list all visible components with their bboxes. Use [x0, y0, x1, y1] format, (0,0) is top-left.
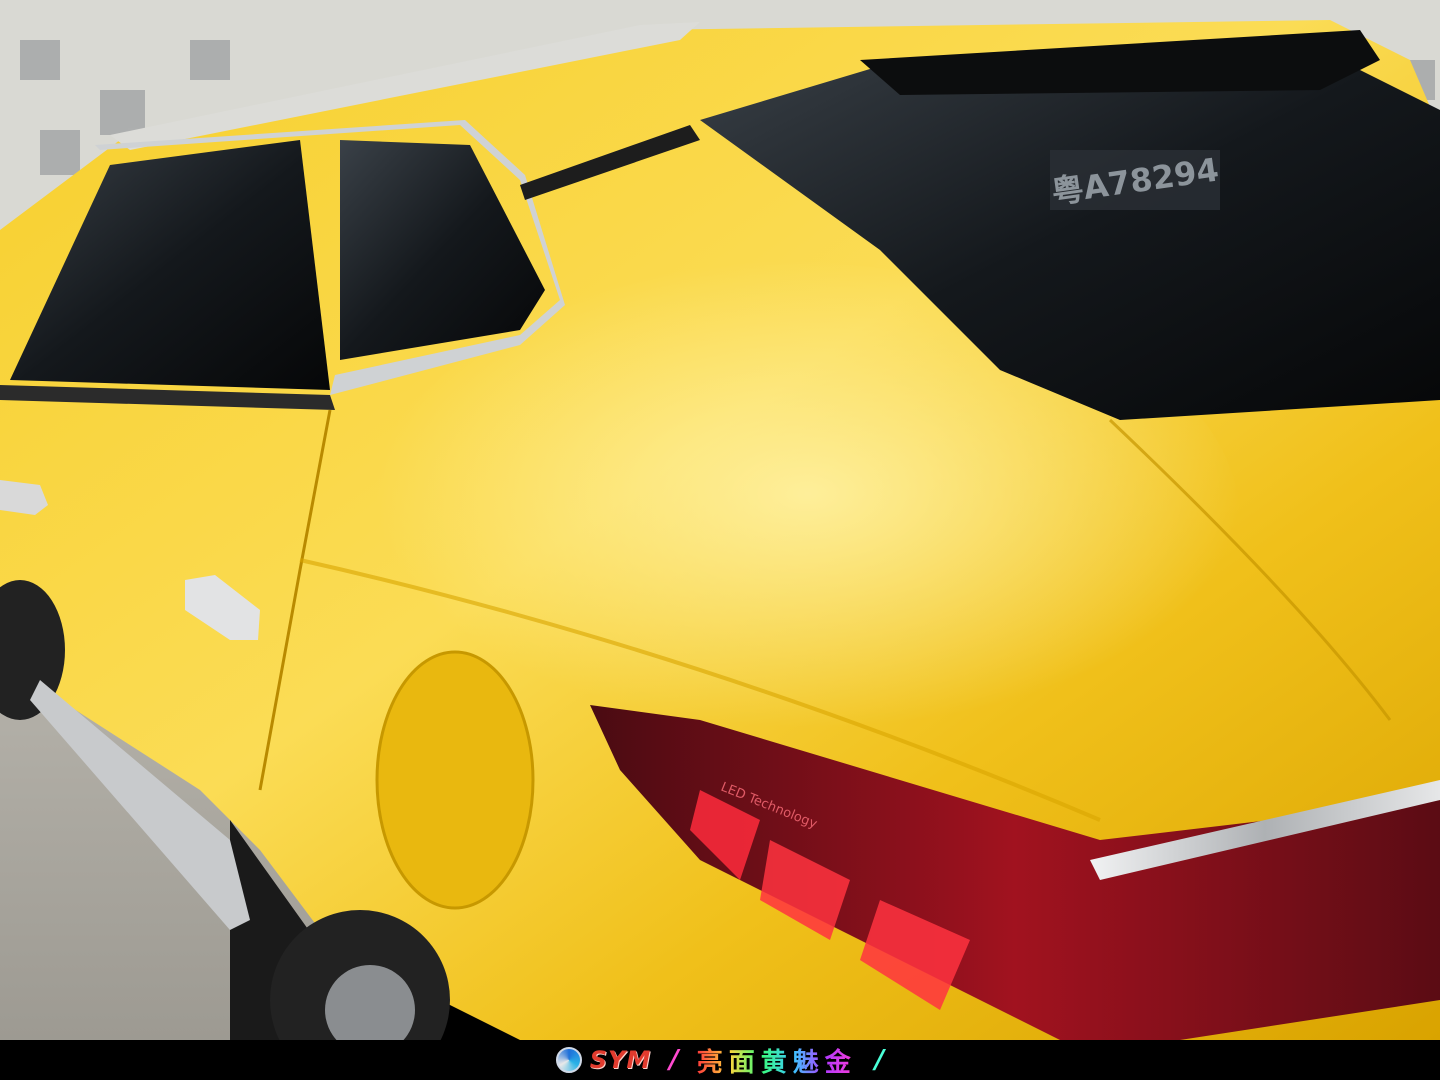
- car-photo: 粤A78294 LED Technology: [0, 0, 1440, 1040]
- fuel-cap: [375, 650, 535, 910]
- product-name: 亮面黄魅金: [697, 1042, 857, 1079]
- license-plate-reflection: 粤A78294: [1049, 150, 1221, 212]
- separator-left: /: [669, 1045, 679, 1075]
- brand-mark: SYM: [555, 1046, 652, 1074]
- brand-logo-icon: [555, 1047, 582, 1073]
- brand-name: SYM: [589, 1046, 652, 1074]
- caption-bar: SYM / 亮面黄魅金 /: [0, 1040, 1440, 1080]
- separator-right: /: [874, 1045, 885, 1075]
